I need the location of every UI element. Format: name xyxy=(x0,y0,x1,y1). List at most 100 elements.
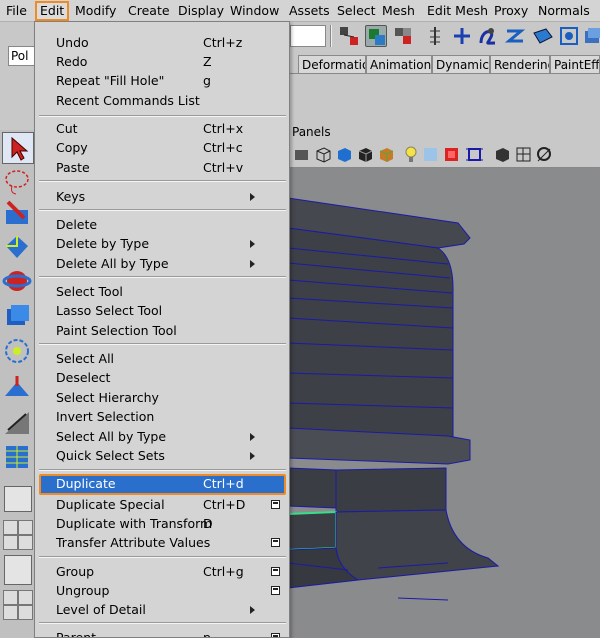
menu-item-level-of-detail[interactable]: Level of Detail xyxy=(39,600,286,619)
menu-item-select-all-by-type[interactable]: Select All by Type xyxy=(39,427,286,446)
layout-outliner-3-icon[interactable] xyxy=(3,605,18,620)
universal-manipulator-icon[interactable] xyxy=(2,336,34,368)
menu-item-keys[interactable]: Keys xyxy=(39,187,286,206)
camera-icon[interactable] xyxy=(292,145,311,164)
menu-item-invert-selection[interactable]: Invert Selection xyxy=(39,407,286,426)
menu-item-paint-selection-tool[interactable]: Paint Selection Tool xyxy=(39,321,286,340)
layout-outliner-4-icon[interactable] xyxy=(18,605,33,620)
option-box-icon[interactable] xyxy=(271,500,280,509)
menu-panels[interactable]: Panels xyxy=(292,125,331,139)
light-bulb-icon[interactable] xyxy=(402,145,421,164)
layout-single-icon[interactable] xyxy=(4,486,32,512)
menu-mesh[interactable]: Mesh xyxy=(382,2,415,20)
menu-item-shortcut: Ctrl+z xyxy=(203,35,243,50)
menu-item-redo[interactable]: Redo Z xyxy=(39,52,286,71)
menu-item-copy[interactable]: Copy Ctrl+c xyxy=(39,138,286,157)
menu-assets[interactable]: Assets xyxy=(289,2,330,20)
tab-deformation[interactable]: Deformation xyxy=(298,55,366,73)
menu-item-group[interactable]: Group Ctrl+g xyxy=(39,562,286,581)
menu-item-paste[interactable]: Paste Ctrl+v xyxy=(39,158,286,177)
history-icon[interactable] xyxy=(558,25,580,47)
menu-item-delete-by-type[interactable]: Delete by Type xyxy=(39,234,286,253)
menu-item-select-all[interactable]: Select All xyxy=(39,349,286,368)
show-manipulator-icon[interactable] xyxy=(2,408,34,440)
option-box-icon[interactable] xyxy=(271,567,280,576)
menu-item-repeat[interactable]: Repeat "Fill Hole" g xyxy=(39,71,286,90)
tool-field-input[interactable] xyxy=(290,25,326,47)
menu-file[interactable]: File xyxy=(6,2,27,20)
menu-item-label: Parent xyxy=(56,630,97,638)
xray-icon[interactable] xyxy=(442,145,461,164)
shadows-icon[interactable] xyxy=(421,145,440,164)
isolate-select-icon[interactable] xyxy=(465,145,484,164)
soft-mod-tool-icon[interactable] xyxy=(2,372,34,404)
menu-item-quick-select-sets[interactable]: Quick Select Sets xyxy=(39,446,286,465)
menu-modify[interactable]: Modify xyxy=(75,2,116,20)
tab-dynamics[interactable]: Dynamics xyxy=(432,55,490,73)
layout-outliner-1-icon[interactable] xyxy=(3,590,18,605)
cube-grid-icon[interactable] xyxy=(514,145,533,164)
render-icon[interactable] xyxy=(582,25,600,47)
last-tool-icon[interactable] xyxy=(2,442,34,474)
select-by-object-icon[interactable] xyxy=(365,25,387,47)
menu-select[interactable]: Select xyxy=(337,2,376,20)
menu-item-label: Select All by Type xyxy=(56,429,167,444)
menu-window[interactable]: Window xyxy=(230,2,279,20)
option-box-icon[interactable] xyxy=(271,633,280,637)
select-tool-icon[interactable] xyxy=(2,132,34,164)
select-by-component-icon[interactable] xyxy=(392,25,414,47)
menu-item-deselect[interactable]: Deselect xyxy=(39,368,286,387)
layout-quad-2-icon[interactable] xyxy=(18,520,33,535)
menu-proxy[interactable]: Proxy xyxy=(494,2,528,20)
menu-item-duplicate-with-transform[interactable]: Duplicate with Transform D xyxy=(39,514,286,533)
menu-create[interactable]: Create xyxy=(128,2,170,20)
menu-display[interactable]: Display xyxy=(178,2,224,20)
snap-plane-icon[interactable] xyxy=(532,25,554,47)
layout-outliner-2-icon[interactable] xyxy=(18,590,33,605)
paint-select-tool-icon[interactable] xyxy=(2,198,34,230)
menu-item-select-hierarchy[interactable]: Select Hierarchy xyxy=(39,388,286,407)
menu-item-recent-commands[interactable]: Recent Commands List xyxy=(39,91,286,110)
menu-item-select-tool[interactable]: Select Tool xyxy=(39,282,286,301)
snap-curve-icon[interactable] xyxy=(477,25,499,47)
option-box-icon[interactable] xyxy=(271,538,280,547)
menu-item-cut[interactable]: Cut Ctrl+x xyxy=(39,119,286,138)
rotate-tool-icon[interactable] xyxy=(2,266,34,298)
smooth-shade-icon[interactable] xyxy=(335,145,354,164)
wireframe-cube-icon[interactable] xyxy=(314,145,333,164)
menu-item-lasso-select-tool[interactable]: Lasso Select Tool xyxy=(39,301,286,320)
menu-item-transfer-attribute-values[interactable]: Transfer Attribute Values xyxy=(39,533,286,552)
snap-point-icon[interactable] xyxy=(451,25,473,47)
menu-item-duplicate-special[interactable]: Duplicate Special Ctrl+D xyxy=(39,495,286,514)
tab-rendering[interactable]: Rendering xyxy=(490,55,550,73)
tab-animation[interactable]: Animation xyxy=(366,55,432,73)
menu-edit-mesh[interactable]: Edit Mesh xyxy=(427,2,488,20)
menu-item-label: Group xyxy=(56,564,95,579)
make-live-icon[interactable] xyxy=(504,25,526,47)
wireframe-on-shaded-icon[interactable] xyxy=(356,145,375,164)
menu-edit[interactable]: Edit xyxy=(35,1,70,21)
cube-dark-icon[interactable] xyxy=(493,145,512,164)
move-tool-icon[interactable] xyxy=(2,232,34,264)
lasso-tool-icon[interactable] xyxy=(2,166,34,198)
3d-viewport[interactable] xyxy=(288,168,600,638)
layout-quad-1-icon[interactable] xyxy=(3,520,18,535)
menu-item-delete-all-by-type[interactable]: Delete All by Type xyxy=(39,254,286,273)
menu-normals[interactable]: Normals xyxy=(538,2,590,20)
hud-icon[interactable] xyxy=(535,145,554,164)
layout-quad-4-icon[interactable] xyxy=(18,535,33,550)
select-by-hierarchy-icon[interactable] xyxy=(338,25,360,47)
menu-item-undo[interactable]: Undo Ctrl+z xyxy=(39,33,286,52)
menu-item-delete[interactable]: Delete xyxy=(39,215,286,234)
menu-item-duplicate[interactable]: Duplicate Ctrl+d xyxy=(39,474,286,495)
snap-grid-icon[interactable] xyxy=(424,25,446,47)
texture-icon[interactable] xyxy=(377,145,396,164)
menu-item-label: Select Tool xyxy=(56,284,123,299)
menu-item-ungroup[interactable]: Ungroup xyxy=(39,581,286,600)
layout-quad-3-icon[interactable] xyxy=(3,535,18,550)
menu-item-parent[interactable]: Parent p xyxy=(39,628,286,638)
scale-tool-icon[interactable] xyxy=(2,300,34,332)
tab-painteffects[interactable]: PaintEffe xyxy=(550,55,600,73)
layout-graph-icon[interactable] xyxy=(4,555,32,585)
option-box-icon[interactable] xyxy=(271,586,280,595)
